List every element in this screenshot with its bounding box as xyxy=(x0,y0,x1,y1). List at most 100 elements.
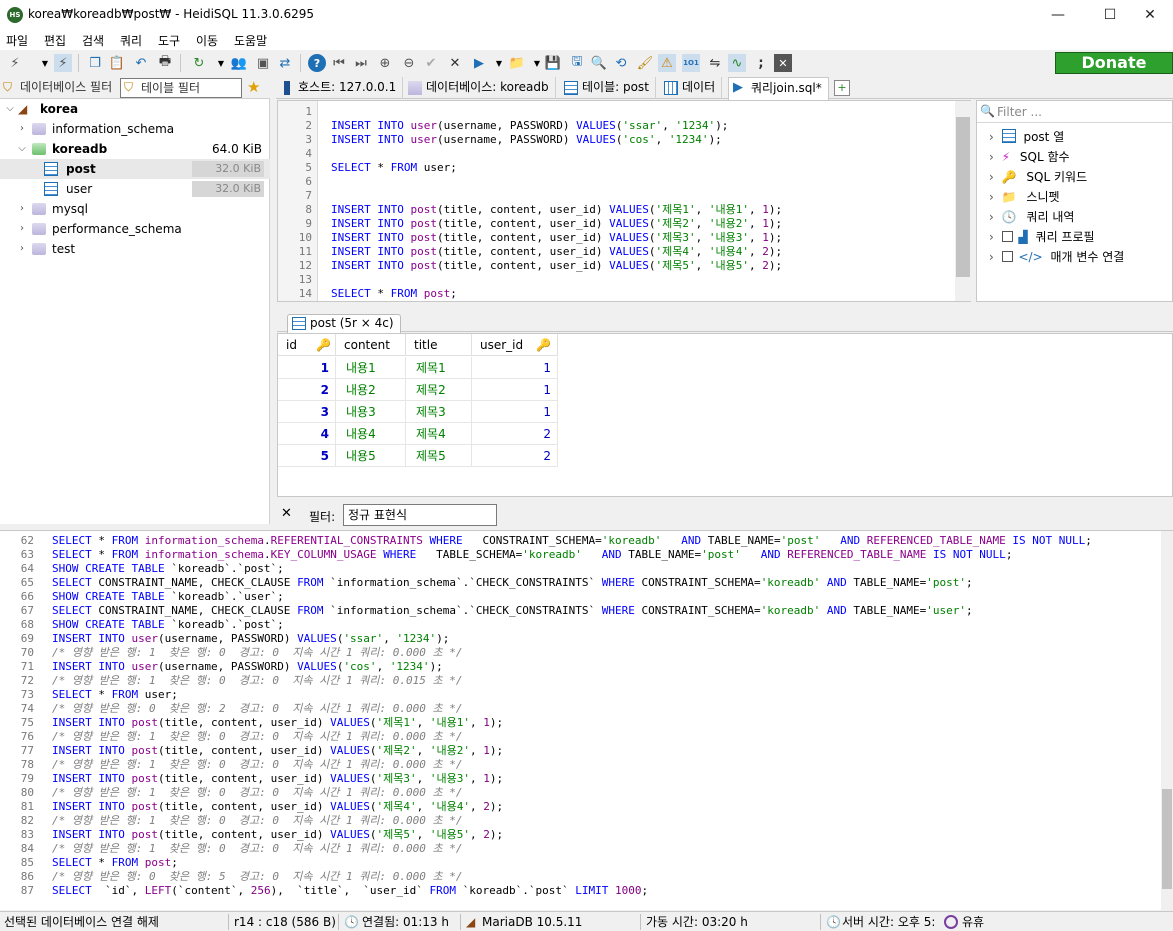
chevron-right-icon[interactable]: › xyxy=(989,190,994,204)
menu-tools[interactable]: 도구 xyxy=(158,32,180,49)
helper-item-profile[interactable]: › ▟ 쿼리 프로필 xyxy=(989,227,1095,247)
connect-icon[interactable]: ⚡ xyxy=(6,54,24,72)
grid-cell[interactable]: 제목1 xyxy=(406,357,472,379)
chevron-right-icon[interactable]: › xyxy=(989,170,994,184)
chevron-down-icon[interactable]: ⌵ xyxy=(16,139,28,159)
chevron-right-icon[interactable]: › xyxy=(16,239,28,259)
grid-cell[interactable]: 내용3 xyxy=(336,401,406,423)
tree-item-mysql[interactable]: › mysql xyxy=(0,199,270,219)
close-icon[interactable]: ✕ xyxy=(1127,0,1173,30)
warning-icon[interactable]: ⚠ xyxy=(658,54,676,72)
grid-cell[interactable]: 제목3 xyxy=(406,401,472,423)
add-icon[interactable]: ⊕ xyxy=(376,54,394,72)
grid-cell[interactable]: 제목5 xyxy=(406,445,472,467)
database-filter-input[interactable]: 데이터베이스 필터 xyxy=(0,78,120,98)
grid-cell[interactable]: 내용4 xyxy=(336,423,406,445)
transfer-icon[interactable]: ⇄ xyxy=(276,54,294,72)
grid-cell[interactable]: 1 xyxy=(472,357,558,379)
tab-host[interactable]: 호스트: 127.0.0.1 xyxy=(276,77,404,99)
chevron-right-icon[interactable]: › xyxy=(989,230,994,244)
replace-icon[interactable]: ⟲ xyxy=(612,54,630,72)
cancel-icon[interactable]: ✕ xyxy=(446,54,464,72)
chevron-right-icon[interactable]: › xyxy=(16,219,28,239)
checkbox[interactable] xyxy=(1001,231,1013,242)
save-icon[interactable]: 💾 xyxy=(544,54,562,72)
sql-log[interactable]: 62 SELECT * FROM information_schema.REFER… xyxy=(0,530,1173,910)
console-icon[interactable]: ▣ xyxy=(254,54,272,72)
tree-item-information-schema[interactable]: › information_schema xyxy=(0,119,270,139)
remove-icon[interactable]: ⊖ xyxy=(400,54,418,72)
grid-cell[interactable]: 1 xyxy=(472,379,558,401)
chevron-right-icon[interactable]: › xyxy=(989,210,994,224)
menu-goto[interactable]: 이동 xyxy=(196,32,218,49)
helper-item-keywords[interactable]: › 🔑 SQL 키워드 xyxy=(989,167,1087,187)
save-as-icon[interactable]: 🖫 xyxy=(568,54,586,72)
tab-table[interactable]: 테이블: post xyxy=(560,77,656,99)
tab-data[interactable]: 데이터 xyxy=(660,77,723,99)
run-icon[interactable]: ▶ xyxy=(470,54,488,72)
helper-item-history[interactable]: › 🕓 쿼리 내역 xyxy=(989,207,1074,227)
tab-database[interactable]: 데이터베이스: koreadb xyxy=(404,77,556,99)
regex-filter-input[interactable]: 정규 표현식 xyxy=(343,504,497,526)
tree-item-server[interactable]: ⌵ ◢ korea xyxy=(0,99,270,119)
grid-cell[interactable]: 2 xyxy=(472,445,558,467)
tree-item-performance-schema[interactable]: › performance_schema xyxy=(0,219,270,239)
menu-edit[interactable]: 편집 xyxy=(44,32,66,49)
dropdown-icon[interactable]: ▼ xyxy=(490,54,508,72)
check-icon[interactable]: ✔ xyxy=(422,54,440,72)
grid-cell[interactable]: 내용5 xyxy=(336,445,406,467)
autocomplete-icon[interactable]: ∿ xyxy=(728,54,746,72)
editor-scroll-thumb[interactable] xyxy=(956,117,970,277)
helper-item-snippets[interactable]: › 📁 스니펫 xyxy=(989,187,1060,207)
log-scroll-thumb[interactable] xyxy=(1162,789,1172,889)
result-tab[interactable]: post (5r × 4c) xyxy=(287,314,401,333)
disconnect-icon[interactable]: ⚡ xyxy=(54,54,72,72)
helper-item-bind-params[interactable]: › </> 매개 변수 연결 xyxy=(989,247,1124,267)
sql-editor[interactable]: 1 2 3 4 5 6 7 8 9 10 11 12 13 14 INSERT … xyxy=(277,100,971,302)
helper-filter-input[interactable]: Filter ... xyxy=(977,101,1173,123)
table-filter-input[interactable]: 테이블 필터 xyxy=(120,78,242,98)
binary-icon[interactable]: 1O1 xyxy=(682,54,700,72)
grid-cell[interactable]: 내용2 xyxy=(336,379,406,401)
helper-item-functions[interactable]: › ⚡ SQL 함수 xyxy=(989,147,1070,167)
grid-cell[interactable]: 내용1 xyxy=(336,357,406,379)
column-header-title[interactable]: title xyxy=(406,334,472,356)
star-icon[interactable]: ★ xyxy=(247,78,260,96)
close-icon[interactable]: ✕ xyxy=(281,506,292,521)
last-icon[interactable]: ⏭ xyxy=(352,54,370,72)
grid-cell[interactable]: 2 xyxy=(278,379,336,401)
menu-file[interactable]: 파일 xyxy=(6,32,28,49)
copy-icon[interactable]: ❐ xyxy=(86,54,104,72)
chevron-right-icon[interactable]: › xyxy=(989,150,994,164)
tree-item-test[interactable]: › test xyxy=(0,239,270,259)
chevron-right-icon[interactable]: › xyxy=(16,199,28,219)
wrap-icon[interactable]: ⇋ xyxy=(706,54,724,72)
grid-cell[interactable]: 1 xyxy=(278,357,336,379)
donate-button[interactable]: Donate xyxy=(1055,52,1173,74)
grid-cell[interactable]: 제목4 xyxy=(406,423,472,445)
new-tab-icon[interactable]: + xyxy=(834,80,850,96)
menu-search[interactable]: 검색 xyxy=(82,32,104,49)
grid-cell[interactable]: 4 xyxy=(278,423,336,445)
grid-cell[interactable]: 제목2 xyxy=(406,379,472,401)
paste-icon[interactable]: 📋 xyxy=(108,54,126,72)
refresh-icon[interactable]: ↻ xyxy=(190,54,208,72)
chevron-right-icon[interactable]: › xyxy=(16,119,28,139)
print-icon[interactable]: 🖶 xyxy=(156,54,174,72)
column-header-user-id[interactable]: user_id 🔑 xyxy=(472,334,558,356)
column-header-id[interactable]: id 🔑 xyxy=(278,334,336,356)
undo-icon[interactable]: ↶ xyxy=(132,54,150,72)
result-grid[interactable]: id 🔑 content title user_id 🔑 1 내용1 제목1 1 2 내용… xyxy=(277,333,1173,497)
menu-help[interactable]: 도움말 xyxy=(234,32,267,49)
grid-cell[interactable]: 1 xyxy=(472,401,558,423)
grid-cell[interactable]: 2 xyxy=(472,423,558,445)
dropdown-icon[interactable]: ▼ xyxy=(36,54,54,72)
find-icon[interactable]: 🔍 xyxy=(590,54,608,72)
menu-query[interactable]: 쿼리 xyxy=(120,32,142,49)
grid-cell[interactable]: 3 xyxy=(278,401,336,423)
help-icon[interactable]: ? xyxy=(308,54,326,72)
format-icon[interactable]: 🖌 xyxy=(636,54,654,72)
semicolon-icon[interactable]: ; xyxy=(752,54,770,72)
minimize-icon[interactable]: — xyxy=(1035,0,1081,30)
open-folder-icon[interactable]: 📁 xyxy=(508,54,526,72)
